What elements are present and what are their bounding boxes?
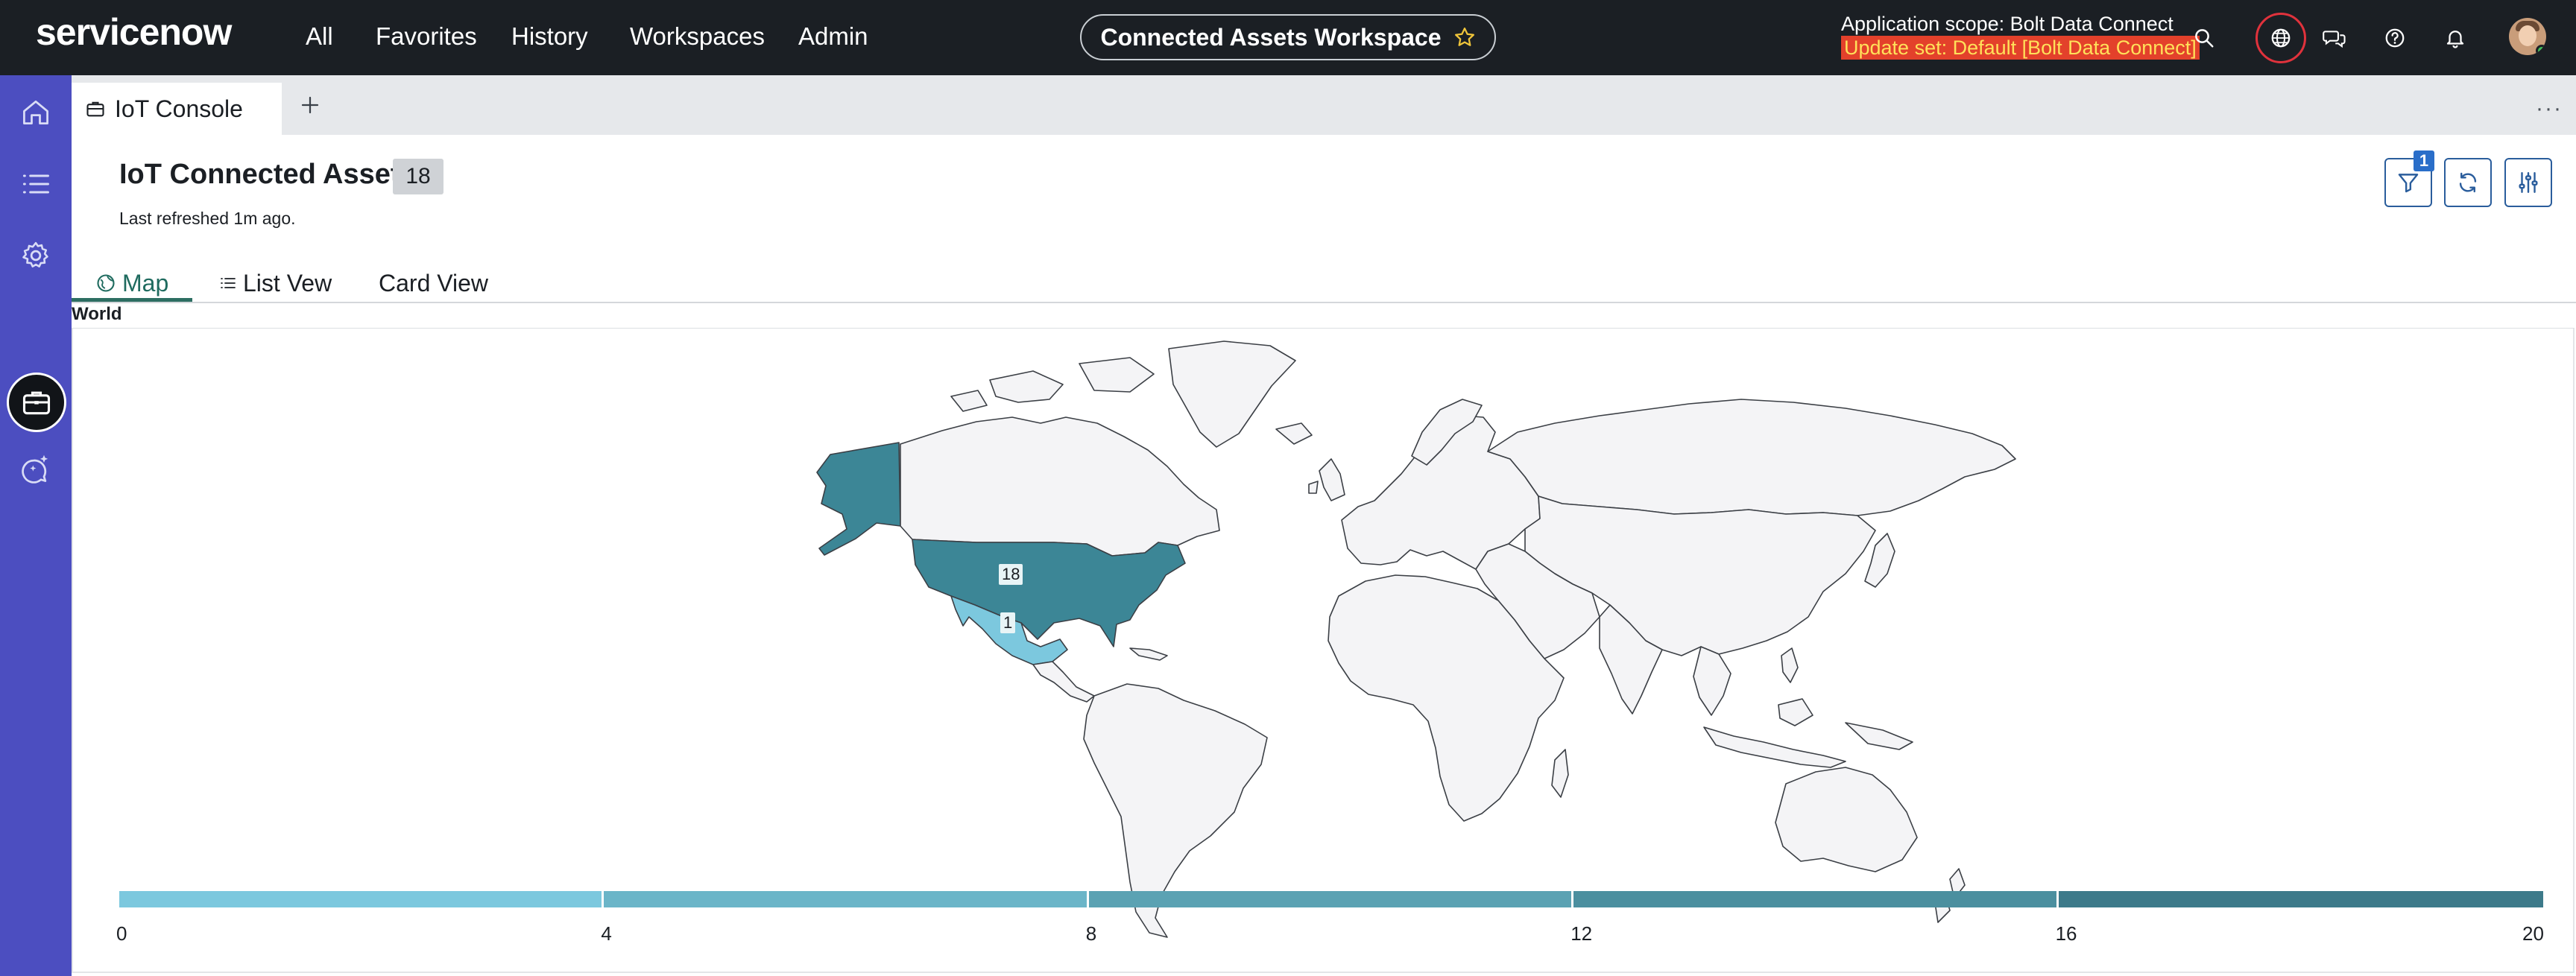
servicenow-logo[interactable]: servicenow — [36, 10, 232, 54]
top-navigation-bar: servicenow All Favorites History Workspa… — [0, 0, 2576, 75]
scope-label: Application scope: Bolt Data Connect — [1841, 13, 2174, 35]
search-icon[interactable] — [2186, 20, 2222, 56]
nav-favorites[interactable]: Favorites — [376, 22, 477, 51]
value-label-mexico: 1 — [1000, 612, 1016, 633]
world-map[interactable] — [72, 328, 2575, 973]
map-title: World — [72, 304, 122, 324]
tab-divider — [72, 302, 2576, 303]
tab-map[interactable]: Map — [95, 264, 168, 302]
nav-all[interactable]: All — [306, 22, 333, 51]
globe-icon[interactable] — [2263, 20, 2299, 56]
briefcase-icon[interactable] — [7, 373, 66, 432]
page-title: IoT Connected Asset — [119, 159, 400, 190]
more-options-icon[interactable]: ··· — [2536, 96, 2563, 121]
avatar[interactable] — [2509, 18, 2546, 55]
tab-card-view[interactable]: Card View — [379, 264, 488, 302]
help-icon[interactable] — [2377, 20, 2413, 56]
tab-label: IoT Console — [115, 95, 243, 122]
online-status-dot — [2536, 45, 2546, 55]
tab-map-label: Map — [122, 269, 169, 297]
legend-tick-label: 4 — [601, 922, 612, 945]
region-indonesia — [1703, 698, 1913, 768]
refresh-button[interactable] — [2444, 158, 2492, 207]
sparkle-chat-icon[interactable] — [18, 451, 54, 487]
nav-history[interactable]: History — [511, 22, 588, 51]
nav-workspaces[interactable]: Workspaces — [630, 22, 765, 51]
region-greenland — [1168, 340, 1296, 448]
workspace-title: Connected Assets Workspace — [1100, 23, 1442, 51]
settings-button[interactable] — [2504, 158, 2552, 207]
workspace-title-pill[interactable]: Connected Assets Workspace — [1080, 14, 1496, 60]
region-canada-islands — [950, 357, 1155, 412]
filter-icon — [2398, 174, 2419, 193]
globe-small-icon — [97, 274, 115, 292]
home-icon[interactable] — [18, 95, 54, 130]
region-russia — [1487, 399, 2016, 516]
application-scope[interactable]: Application scope: Bolt Data Connect Upd… — [1841, 12, 2200, 60]
add-tab-icon[interactable] — [295, 90, 325, 120]
list-icon[interactable] — [18, 166, 54, 202]
region-uk — [1308, 458, 1345, 501]
nav-admin[interactable]: Admin — [798, 22, 868, 51]
asset-count-badge: 18 — [393, 159, 443, 194]
tab-card-view-label: Card View — [379, 269, 489, 297]
left-rail — [0, 75, 72, 976]
tab-list-view[interactable]: List Vew — [219, 264, 332, 302]
legend-tick-label: 0 — [116, 922, 127, 945]
legend-tick-label: 20 — [2522, 922, 2544, 945]
tab-list-view-label: List Vew — [243, 269, 332, 297]
gear-icon[interactable] — [18, 238, 54, 273]
update-set-label: Update set: Default [Bolt Data Connect] — [1841, 36, 2200, 60]
bell-icon[interactable] — [2437, 20, 2473, 56]
legend-tick-label: 16 — [2055, 922, 2077, 945]
region-caribbean — [1129, 647, 1168, 661]
region-iceland — [1275, 422, 1313, 445]
chat-icon[interactable] — [2317, 20, 2352, 56]
region-southeast-asia — [1693, 646, 1731, 716]
value-label-united-states: 18 — [999, 564, 1023, 585]
region-madagascar — [1551, 749, 1569, 798]
legend-segment — [119, 891, 602, 907]
region-alaska — [816, 442, 901, 556]
legend-segment — [604, 891, 1087, 907]
briefcase-small-icon — [86, 101, 104, 117]
last-refreshed-text: Last refreshed 1m ago. — [119, 209, 296, 228]
legend-tick-label: 8 — [1085, 922, 1097, 945]
legend-segment — [1088, 891, 1572, 907]
region-philippines — [1781, 647, 1799, 683]
region-united-states — [912, 539, 1186, 647]
avatar-face — [2519, 25, 2536, 46]
star-icon[interactable] — [1453, 26, 1476, 48]
tab-strip: IoT Console ··· — [72, 75, 2576, 135]
filter-count-badge: 1 — [2414, 150, 2434, 171]
legend-segment — [1573, 891, 2056, 907]
region-canada — [900, 416, 1220, 557]
legend-segment — [2058, 891, 2543, 907]
tab-iot-console[interactable]: IoT Console — [72, 83, 282, 135]
region-australia — [1775, 767, 1918, 872]
list-small-icon — [221, 278, 236, 288]
sliders-icon — [2519, 172, 2538, 193]
region-central-america — [1032, 661, 1095, 703]
legend-tick-label: 12 — [1570, 922, 1593, 945]
refresh-icon — [2459, 172, 2477, 193]
